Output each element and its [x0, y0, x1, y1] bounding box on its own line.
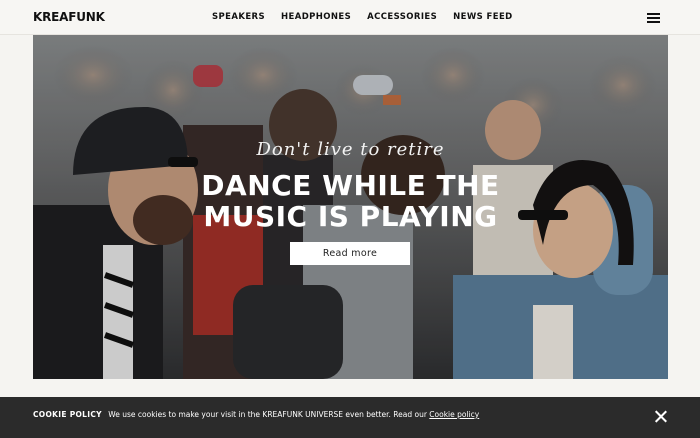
top-navigation-bar: KREAFUNK SPEAKERS HEADPHONES ACCESSORIES…: [0, 0, 700, 35]
hero-banner: Don't live to retire DANCE WHILE THE MUS…: [33, 35, 668, 379]
hero-script-tagline: Don't live to retire: [256, 139, 445, 160]
nav-item-accessories[interactable]: ACCESSORIES: [367, 12, 437, 22]
hero-title: DANCE WHILE THE MUSIC IS PLAYING: [33, 170, 668, 232]
cookie-policy-link[interactable]: Cookie policy: [429, 410, 479, 419]
hamburger-menu-icon[interactable]: [647, 13, 660, 23]
cookie-title: COOKIE POLICY: [33, 410, 102, 419]
hero-title-line-2: MUSIC IS PLAYING: [203, 200, 498, 233]
close-icon[interactable]: [654, 410, 667, 423]
kreafunk-logo[interactable]: KREAFUNK: [33, 10, 105, 24]
cookie-text: COOKIE POLICY We use cookies to make you…: [33, 410, 479, 419]
nav-item-speakers[interactable]: SPEAKERS: [212, 12, 265, 22]
nav-item-news-feed[interactable]: NEWS FEED: [453, 12, 512, 22]
main-nav: SPEAKERS HEADPHONES ACCESSORIES NEWS FEE…: [212, 12, 513, 22]
hero-title-line-1: DANCE WHILE THE: [201, 169, 500, 202]
cookie-message: We use cookies to make your visit in the…: [108, 410, 427, 419]
read-more-button[interactable]: Read more: [290, 242, 410, 265]
nav-item-headphones[interactable]: HEADPHONES: [281, 12, 351, 22]
cookie-banner: COOKIE POLICY We use cookies to make you…: [0, 397, 700, 438]
